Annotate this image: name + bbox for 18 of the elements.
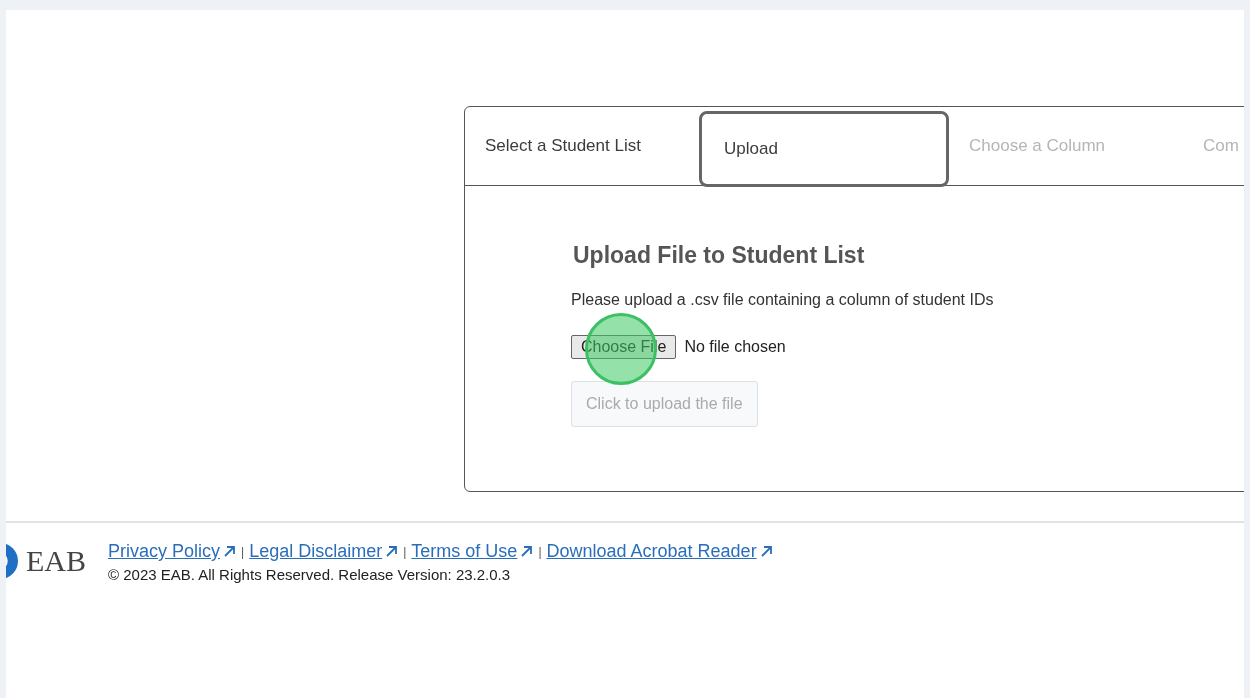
external-link-icon bbox=[520, 545, 534, 558]
copyright-text: © 2023 EAB. All Rights Reserved. Release Version: 23.2.0.3 bbox=[108, 566, 512, 583]
file-status: No file chosen bbox=[684, 338, 786, 356]
link-separator: | bbox=[241, 544, 245, 559]
external-link-icon bbox=[385, 545, 399, 558]
step-tab[interactable]: Upload bbox=[699, 111, 949, 187]
section-title: Upload File to Student List bbox=[573, 242, 865, 269]
external-link-icon bbox=[759, 545, 773, 558]
instructions-text: Please upload a .csv file containing a column of student IDs bbox=[571, 291, 994, 309]
link-separator: | bbox=[538, 544, 542, 559]
footer-link[interactable]: Terms of Use bbox=[411, 541, 534, 562]
footer-link[interactable]: Download Acrobat Reader bbox=[546, 541, 773, 562]
external-link-icon bbox=[223, 545, 237, 558]
link-separator: | bbox=[403, 544, 407, 559]
footer-link[interactable]: Privacy Policy bbox=[108, 541, 237, 562]
logo-text: EAB bbox=[26, 544, 86, 578]
footer-link[interactable]: Legal Disclaimer bbox=[249, 541, 399, 562]
step-tab[interactable]: Select a Student List bbox=[465, 107, 699, 185]
